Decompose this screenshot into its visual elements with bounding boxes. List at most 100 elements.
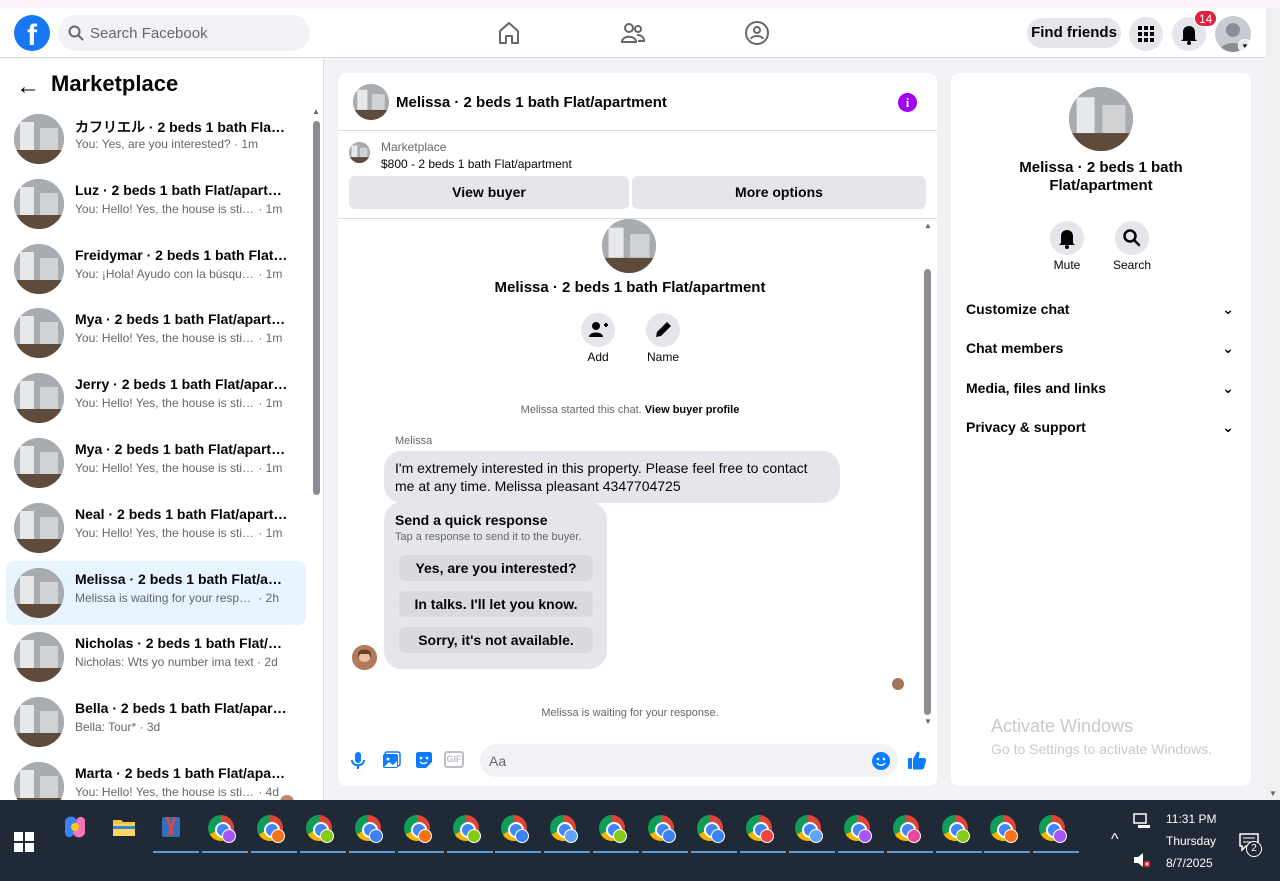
- quick-response-not-available[interactable]: Sorry, it's not available.: [399, 627, 593, 653]
- gif-icon[interactable]: GIF: [444, 751, 464, 768]
- chrome-profile-icon: [662, 829, 677, 843]
- incoming-message[interactable]: I'm extremely interested in this propert…: [384, 451, 840, 503]
- view-buyer-button[interactable]: View buyer: [349, 176, 629, 209]
- preview-time: · 1m: [255, 331, 283, 346]
- view-buyer-profile-link[interactable]: View buyer profile: [645, 404, 740, 416]
- friends-icon[interactable]: [620, 20, 646, 46]
- emoji-icon[interactable]: [872, 752, 890, 770]
- listing-thumbnail[interactable]: [349, 142, 370, 163]
- add-people-button[interactable]: [581, 313, 615, 347]
- listing-photo-icon: [353, 84, 389, 120]
- conversation-item[interactable]: Bella · 2 beds 1 bath Flat/apartment Bell…: [6, 690, 306, 755]
- message-input[interactable]: [489, 744, 859, 777]
- open-app-underline: [691, 851, 737, 853]
- chat-title[interactable]: Melissa · 2 beds 1 bath Flat/apartment: [396, 94, 667, 111]
- chrome-window-icon[interactable]: [886, 809, 933, 853]
- chrome-window-icon[interactable]: [446, 809, 493, 853]
- conversation-item[interactable]: カフリエル · 2 beds 1 bath Flat/apartment You:…: [6, 107, 306, 172]
- chrome-window-icon[interactable]: [788, 809, 835, 853]
- scroll-down-arrow-icon[interactable]: ▼: [1269, 789, 1277, 798]
- chrome-window-icon[interactable]: [202, 809, 248, 853]
- chrome-window-icon[interactable]: [593, 809, 640, 853]
- chrome-icon: [990, 815, 1019, 843]
- edit-name-button[interactable]: [646, 313, 680, 347]
- chat-members-row[interactable]: Chat members ⌄: [966, 336, 1236, 360]
- details-avatar[interactable]: [1069, 87, 1133, 151]
- scroll-up-arrow-icon[interactable]: ▲: [312, 107, 320, 116]
- sidebar-scrollbar[interactable]: ▲ ▼: [312, 107, 320, 844]
- media-files-links-row[interactable]: Media, files and links ⌄: [966, 376, 1236, 400]
- back-arrow-icon[interactable]: ←: [16, 73, 40, 101]
- chrome-icon: [941, 815, 970, 843]
- microphone-icon[interactable]: [347, 749, 369, 771]
- network-icon[interactable]: [1133, 813, 1151, 829]
- quick-response-yes[interactable]: Yes, are you interested?: [399, 555, 593, 581]
- page-scrollbar[interactable]: ▼: [1266, 8, 1280, 800]
- chrome-window-icon[interactable]: [691, 809, 737, 853]
- facebook-logo[interactable]: f: [14, 15, 50, 51]
- snipping-tool-app-icon[interactable]: [153, 809, 199, 853]
- home-icon[interactable]: [496, 20, 522, 46]
- scrollbar-thumb[interactable]: [313, 121, 320, 495]
- volume-muted-icon[interactable]: [1133, 852, 1151, 868]
- chrome-window-icon[interactable]: [837, 809, 884, 853]
- chrome-window-icon[interactable]: [348, 809, 395, 853]
- chat-scrollbar[interactable]: ▲ ▼: [922, 219, 934, 729]
- info-icon[interactable]: i: [898, 93, 917, 112]
- conversation-item[interactable]: Neal · 2 beds 1 bath Flat/apartment You: …: [6, 496, 306, 561]
- groups-icon[interactable]: [744, 20, 770, 46]
- chat-header: Melissa · 2 beds 1 bath Flat/apartment i: [338, 73, 937, 131]
- copilot-app-icon[interactable]: [57, 809, 93, 845]
- chrome-window-icon[interactable]: [984, 809, 1031, 853]
- search-in-chat-button[interactable]: [1115, 221, 1149, 255]
- message-input-box[interactable]: [480, 744, 898, 777]
- clock-day[interactable]: Thursday: [1166, 834, 1216, 848]
- conversation-item[interactable]: Nicholas · 2 beds 1 bath Flat/apartment N…: [6, 625, 306, 690]
- chrome-window-icon[interactable]: [250, 809, 297, 853]
- search-box[interactable]: [58, 15, 310, 51]
- chrome-window-icon[interactable]: [935, 809, 982, 853]
- conversation-item[interactable]: Mya · 2 beds 1 bath Flat/apartment You: H…: [6, 301, 306, 366]
- file-explorer-app-icon[interactable]: [106, 809, 142, 845]
- conversation-item[interactable]: Freidymar · 2 beds 1 bath Flat/apartment…: [6, 237, 306, 302]
- chrome-window-icon[interactable]: [299, 809, 346, 853]
- photo-attach-icon[interactable]: [380, 749, 402, 771]
- show-hidden-icons-chevron-icon[interactable]: ^: [1111, 831, 1119, 849]
- account-avatar[interactable]: ▾: [1215, 16, 1251, 52]
- chrome-window-icon[interactable]: [642, 809, 689, 853]
- find-friends-button[interactable]: Find friends: [1027, 18, 1121, 48]
- open-app-underline: [397, 851, 444, 853]
- sticker-icon[interactable]: [413, 749, 435, 771]
- listing-price[interactable]: $800 - 2 beds 1 bath Flat/apartment: [381, 157, 572, 171]
- scroll-up-arrow-icon[interactable]: ▲: [924, 221, 932, 230]
- windows-start-icon[interactable]: [14, 832, 34, 852]
- conversation-item[interactable]: Mya · 2 beds 1 bath Flat/apartment You: H…: [6, 431, 306, 496]
- conversation-item[interactable]: Luz · 2 beds 1 bath Flat/apartment You: H…: [6, 172, 306, 237]
- privacy-support-row[interactable]: Privacy & support ⌄: [966, 415, 1236, 439]
- search-icon: [1123, 229, 1141, 247]
- clock-date[interactable]: 8/7/2025: [1166, 856, 1213, 870]
- chrome-icon: [843, 815, 872, 843]
- thumbs-up-icon[interactable]: [906, 749, 928, 771]
- chrome-window-icon[interactable]: [397, 809, 444, 853]
- chrome-window-icon[interactable]: [544, 809, 591, 853]
- conversation-item[interactable]: Melissa · 2 beds 1 bath Flat/apartment Me…: [6, 560, 306, 626]
- scroll-down-arrow-icon[interactable]: ▼: [924, 717, 932, 726]
- chat-avatar[interactable]: [353, 84, 389, 120]
- search-input[interactable]: [90, 15, 300, 51]
- menu-button[interactable]: [1129, 17, 1163, 51]
- scrollbar-thumb[interactable]: [924, 269, 931, 715]
- chrome-window-icon[interactable]: [739, 809, 786, 853]
- sender-avatar[interactable]: [352, 645, 377, 670]
- conversation-item[interactable]: Jerry · 2 beds 1 bath Flat/apartment You:…: [6, 366, 306, 431]
- quick-response-in-talks[interactable]: In talks. I'll let you know.: [399, 591, 593, 617]
- customize-chat-row[interactable]: Customize chat ⌄: [966, 297, 1236, 321]
- chrome-icon: [599, 815, 628, 843]
- more-options-button[interactable]: More options: [632, 176, 926, 209]
- chrome-window-icon[interactable]: [1033, 809, 1080, 853]
- chrome-window-icon[interactable]: [495, 809, 542, 853]
- open-app-underline: [984, 851, 1031, 853]
- preview-time: · 1m: [255, 460, 283, 475]
- mute-button[interactable]: [1050, 221, 1084, 255]
- clock-time[interactable]: 11:31 PM: [1166, 812, 1216, 826]
